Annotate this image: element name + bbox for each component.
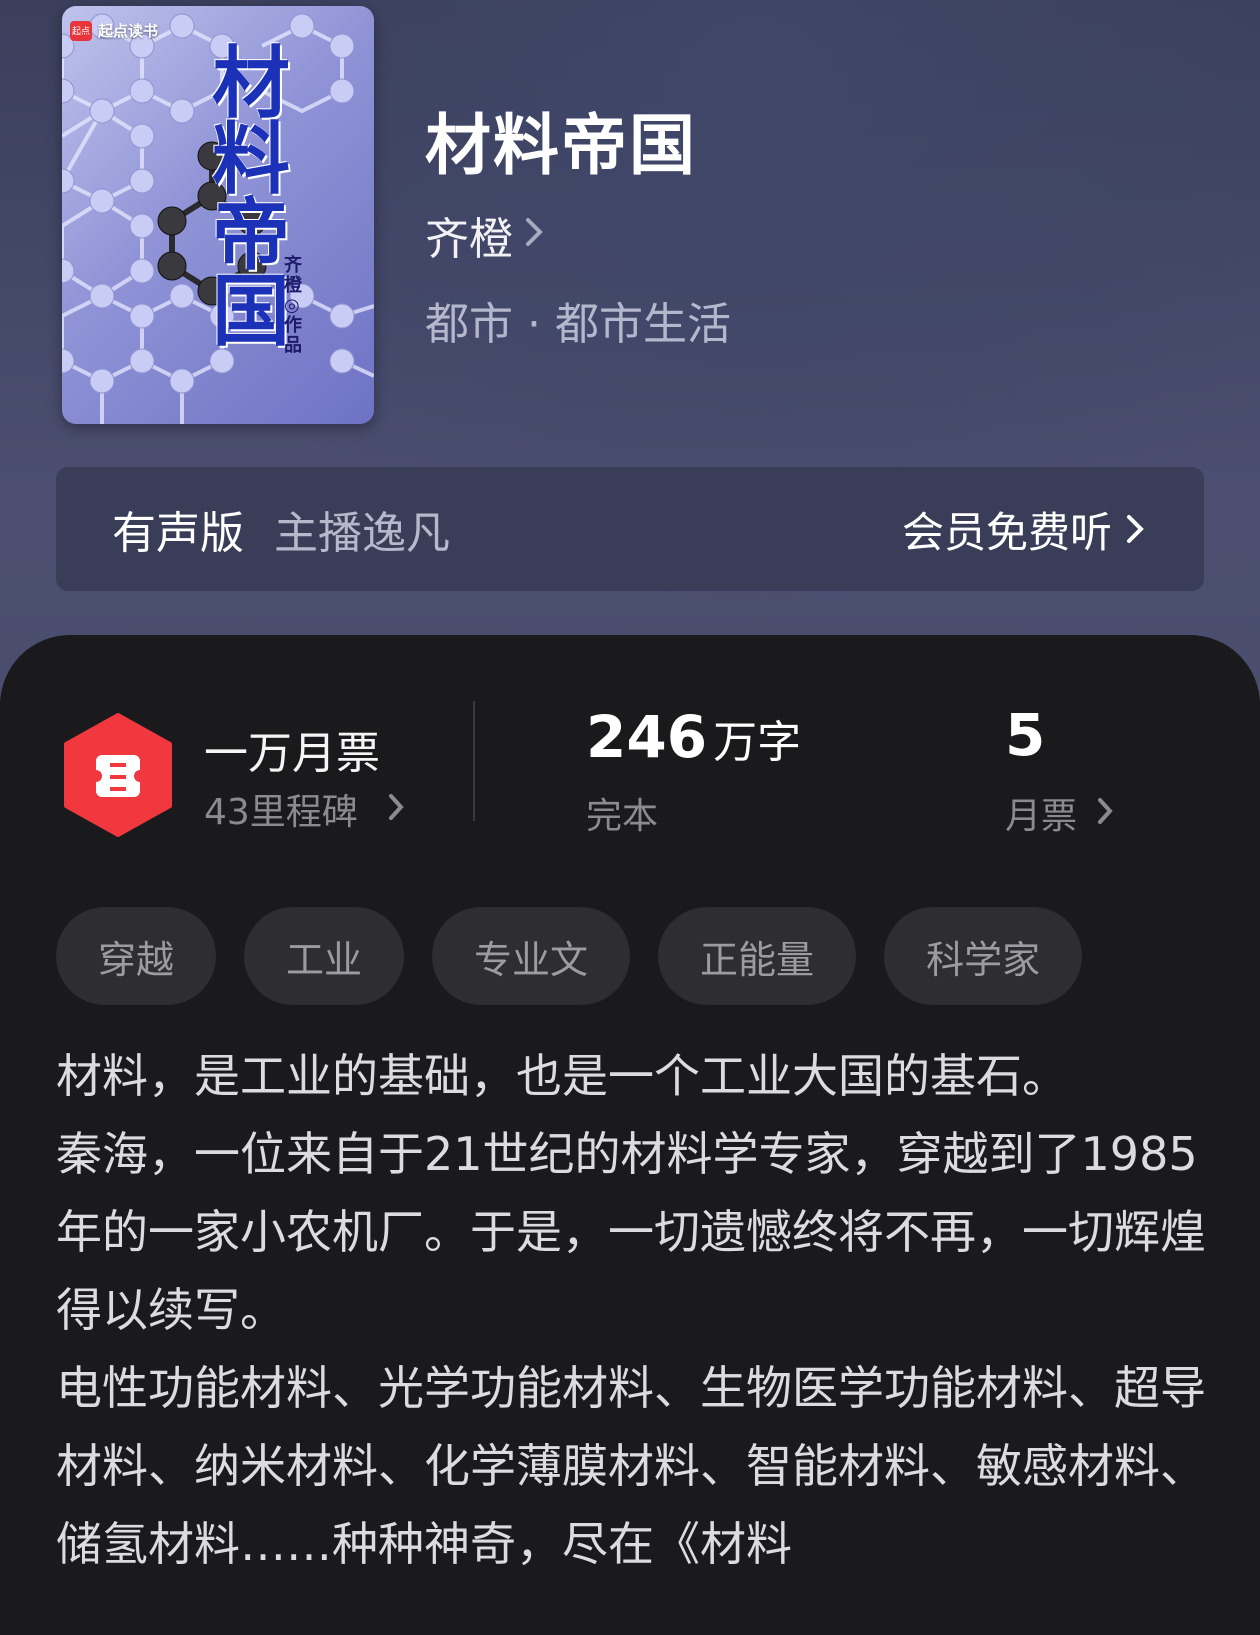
description-paragraph: 材料，是工业的基础，也是一个工业大国的基石。	[56, 1049, 1068, 1103]
qidian-logo-icon: 起点	[70, 20, 92, 41]
tag-chip[interactable]: 穿越	[56, 907, 217, 1005]
milestones-count: 43里程碑	[204, 792, 358, 833]
audiobook-label: 有声版	[112, 508, 244, 559]
cover-brand-text: 起点读书	[98, 22, 159, 40]
book-genre: 都市 · 都市生活	[425, 299, 731, 350]
word-count: 246 万字	[586, 703, 801, 771]
book-detail-panel: 一万月票 43里程碑 246 万字 完本 5 月票 穿越 工业 专业文 正能量 …	[0, 635, 1260, 1635]
book-title: 材料帝国	[425, 106, 697, 184]
book-header: 起点 起点读书 材料帝国 齐橙◎作品 材料帝国 齐橙 都市 · 都市生活 有声版…	[0, 0, 1260, 700]
tag-chip[interactable]: 工业	[244, 907, 405, 1005]
monthly-votes-count: 5	[1005, 701, 1046, 769]
monthly-votes-link[interactable]: 月票	[1005, 787, 1113, 839]
word-count-unit: 万字	[713, 717, 802, 768]
cover-brand-logo: 起点 起点读书	[70, 20, 158, 41]
tag-list: 穿越 工业 专业文 正能量 科学家	[56, 907, 1083, 1005]
monthly-ticket-icon	[64, 713, 172, 837]
word-count-number: 246	[586, 703, 708, 771]
member-free-listen-button[interactable]: 会员免费听	[902, 499, 1144, 560]
milestones-link[interactable]: 43里程碑	[204, 783, 404, 835]
book-stats: 一万月票 43里程碑 246 万字 完本 5 月票	[0, 635, 1260, 837]
description-paragraph: 秦海，一位来自于21世纪的材料学专家，穿越到了1985年的一家小农机厂。于是，一…	[56, 1127, 1206, 1337]
author-link[interactable]: 齐橙	[425, 203, 543, 267]
narrator-name: 主播逸凡	[274, 508, 450, 559]
completion-status: 完本	[586, 796, 659, 837]
monthly-ticket-rank-title: 一万月票	[204, 728, 380, 779]
book-cover[interactable]: 起点 起点读书 材料帝国 齐橙◎作品	[62, 6, 374, 424]
description-paragraph: 电性功能材料、光学功能材料、生物医学功能材料、超导材料、纳米材料、化学薄膜材料、…	[56, 1361, 1206, 1571]
monthly-votes-label: 月票	[1005, 796, 1078, 837]
chevron-right-icon	[388, 789, 404, 830]
book-description[interactable]: 材料，是工业的基础，也是一个工业大国的基石。 秦海，一位来自于21世纪的材料学专…	[56, 1037, 1206, 1583]
chevron-right-icon	[1097, 793, 1113, 834]
author-name: 齐橙	[425, 214, 513, 265]
tag-chip[interactable]: 正能量	[658, 907, 857, 1005]
cover-title: 材料帝国	[212, 38, 291, 357]
stats-divider	[473, 701, 475, 821]
cover-author-caption: 齐橙◎作品	[284, 255, 302, 356]
chevron-right-icon	[525, 215, 543, 256]
tag-chip[interactable]: 专业文	[432, 907, 631, 1005]
audiobook-banner[interactable]: 有声版 主播逸凡 会员免费听	[56, 467, 1204, 591]
tag-chip[interactable]: 科学家	[884, 907, 1083, 1005]
chevron-right-icon	[1126, 505, 1144, 554]
member-free-listen-label: 会员免费听	[901, 507, 1112, 557]
